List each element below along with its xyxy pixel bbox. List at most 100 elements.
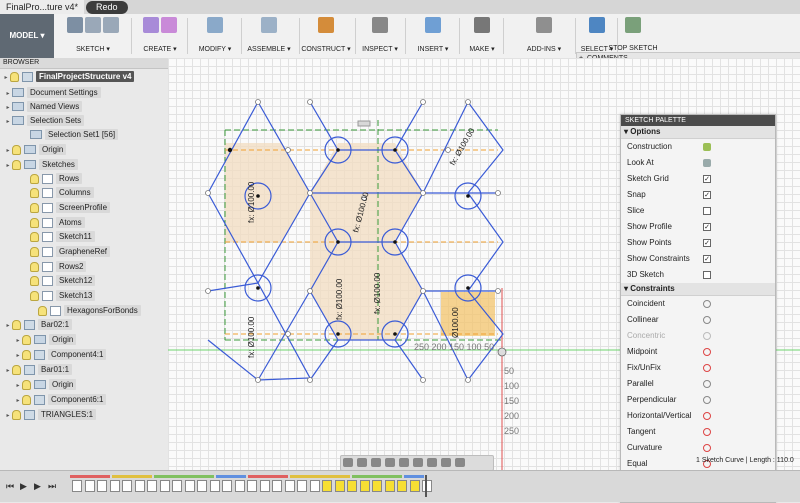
ribbon-group-addins[interactable]: ADD-INS ▾ [514, 14, 574, 58]
timeline-feature-icon[interactable] [122, 480, 132, 492]
expand-arrow-icon[interactable]: ▸ [4, 116, 12, 128]
timeline-feature-icon[interactable] [84, 480, 95, 492]
palette-option[interactable]: Construction [621, 139, 775, 155]
timeline-feature-icon[interactable] [159, 480, 170, 492]
timeline-feature-icon[interactable] [134, 480, 145, 492]
constraint-item[interactable]: Concentric [621, 328, 775, 344]
browser-item[interactable]: ▸ Named Views [4, 101, 83, 113]
ribbon-group-modify[interactable]: MODIFY ▾ [190, 14, 240, 58]
constraint-item[interactable]: Coincident [621, 296, 775, 312]
browser-item[interactable]: Columns [22, 187, 94, 199]
palette-option[interactable]: Show Constraints ✓ [621, 251, 775, 267]
browser-item[interactable]: Rows2 [22, 261, 87, 273]
constraints-section-header[interactable]: ▾ Constraints [621, 283, 775, 296]
browser-item[interactable]: ▸ Bar02:1 [4, 319, 73, 332]
palette-option[interactable]: Look At [621, 155, 775, 171]
expand-arrow-icon[interactable]: ▸ [4, 320, 12, 332]
look-at-icon[interactable] [357, 458, 367, 467]
timeline-feature-icon[interactable] [234, 480, 245, 492]
expand-arrow-icon[interactable]: ▸ [14, 380, 22, 392]
dimension-label[interactable]: fx: Ø100.00 [335, 278, 344, 320]
timeline-feature-icon[interactable] [397, 480, 407, 492]
expand-arrow-icon[interactable]: ▸ [4, 365, 12, 377]
timeline-feature-icon[interactable] [284, 480, 295, 492]
checkbox-checked[interactable]: ✓ [703, 223, 711, 231]
visibility-bulb-icon[interactable] [30, 290, 39, 301]
browser-item[interactable]: ▸ Selection Sets [4, 115, 85, 128]
browser-item[interactable]: ▸ Sketches [4, 159, 78, 171]
browser-item[interactable]: ▸ Component4:1 [14, 349, 107, 362]
palette-option[interactable]: Show Points ✓ [621, 235, 775, 251]
visibility-bulb-icon[interactable] [30, 187, 39, 198]
palette-option[interactable]: 3D Sketch [621, 267, 775, 283]
expand-arrow-icon[interactable]: ▸ [4, 410, 12, 422]
visibility-bulb-icon[interactable] [12, 409, 21, 420]
browser-item[interactable]: ▸ Origin [4, 144, 67, 156]
expand-arrow-icon[interactable]: ▸ [4, 160, 12, 172]
constraint-item[interactable]: Collinear [621, 312, 775, 328]
timeline-feature-icon[interactable] [184, 480, 195, 492]
constraint-item[interactable]: Tangent [621, 424, 775, 440]
construction-icon[interactable] [703, 143, 711, 151]
browser-item[interactable]: ▸ Document Settings [4, 87, 101, 99]
checkbox-checked[interactable]: ✓ [703, 175, 711, 183]
browser-item[interactable]: ▸ Bar01:1 [4, 364, 73, 377]
display-settings-icon[interactable] [413, 458, 423, 467]
fit-icon[interactable] [399, 458, 409, 467]
visibility-bulb-icon[interactable] [12, 144, 21, 155]
constraint-item[interactable]: Fix/UnFix [621, 360, 775, 376]
constraint-item[interactable]: Curvature [621, 440, 775, 456]
timeline-feature-icon[interactable] [259, 480, 270, 492]
constraint-item[interactable]: Midpoint [621, 344, 775, 360]
palette-option[interactable]: Slice [621, 203, 775, 219]
look-at-icon[interactable] [703, 159, 711, 167]
timeline-feature-icon[interactable] [97, 480, 107, 492]
zoom-icon[interactable] [385, 458, 395, 467]
expand-arrow-icon[interactable]: ▸ [14, 350, 22, 362]
ribbon-group-create[interactable]: CREATE ▾ [134, 14, 186, 58]
visibility-bulb-icon[interactable] [30, 202, 39, 213]
checkbox-checked[interactable]: ✓ [703, 239, 711, 247]
expand-arrow-icon[interactable]: ▸ [14, 395, 22, 407]
expand-arrow-icon[interactable]: ▸ [14, 335, 22, 347]
constraint-item[interactable]: Perpendicular [621, 392, 775, 408]
fast-forward-icon[interactable]: ⏭ [48, 481, 56, 492]
sketch-tool-icon[interactable] [103, 17, 119, 33]
dimension-label[interactable]: fx: Ø100.00 [448, 126, 477, 167]
timeline-feature-icon[interactable] [309, 480, 320, 492]
visibility-bulb-icon[interactable] [10, 71, 19, 82]
visibility-bulb-icon[interactable] [30, 246, 39, 257]
browser-item[interactable]: ▸ FinalProjectStructure v4 [2, 71, 135, 83]
visibility-bulb-icon[interactable] [22, 394, 31, 405]
timeline-feature-icon[interactable] [372, 480, 382, 492]
timeline-feature-icon[interactable] [147, 480, 157, 492]
timeline-feature-icon[interactable] [409, 480, 420, 492]
grid-settings-icon[interactable] [427, 458, 437, 467]
browser-item[interactable]: Sketch11 [22, 231, 95, 243]
palette-option[interactable]: Snap ✓ [621, 187, 775, 203]
ribbon-group-sketch[interactable]: SKETCH ▾ [56, 14, 130, 58]
visibility-bulb-icon[interactable] [30, 261, 39, 272]
checkbox-unchecked[interactable] [703, 271, 711, 279]
ribbon-group-make[interactable]: MAKE ▾ [462, 14, 502, 58]
visibility-bulb-icon[interactable] [30, 231, 39, 242]
dimension-label[interactable]: fx: Ø100.00 [247, 316, 256, 358]
visibility-bulb-icon[interactable] [12, 364, 21, 375]
browser-item[interactable]: ▸ Origin [14, 334, 77, 347]
browser-item[interactable]: Sketch13 [22, 290, 96, 302]
dimension-label[interactable]: Ø100.00 [451, 307, 460, 338]
checkbox-checked[interactable]: ✓ [703, 255, 711, 263]
timeline-feature-icon[interactable] [209, 480, 220, 492]
timeline-feature-icon[interactable] [197, 480, 207, 492]
create-form-icon[interactable] [161, 17, 177, 33]
timeline-feature-icon[interactable] [247, 480, 257, 492]
palette-option[interactable]: Sketch Grid ✓ [621, 171, 775, 187]
browser-item[interactable]: Sketch12 [22, 275, 96, 287]
constraint-glyph-icon[interactable] [357, 120, 371, 127]
timeline-feature-icon[interactable] [109, 480, 120, 492]
visibility-bulb-icon[interactable] [22, 379, 31, 390]
browser-item[interactable]: ▸ TRIANGLES:1 [4, 409, 97, 422]
visibility-bulb-icon[interactable] [12, 159, 21, 170]
timeline-feature-icon[interactable] [172, 480, 182, 492]
ribbon-group-construct[interactable]: CONSTRUCT ▾ [298, 14, 354, 58]
